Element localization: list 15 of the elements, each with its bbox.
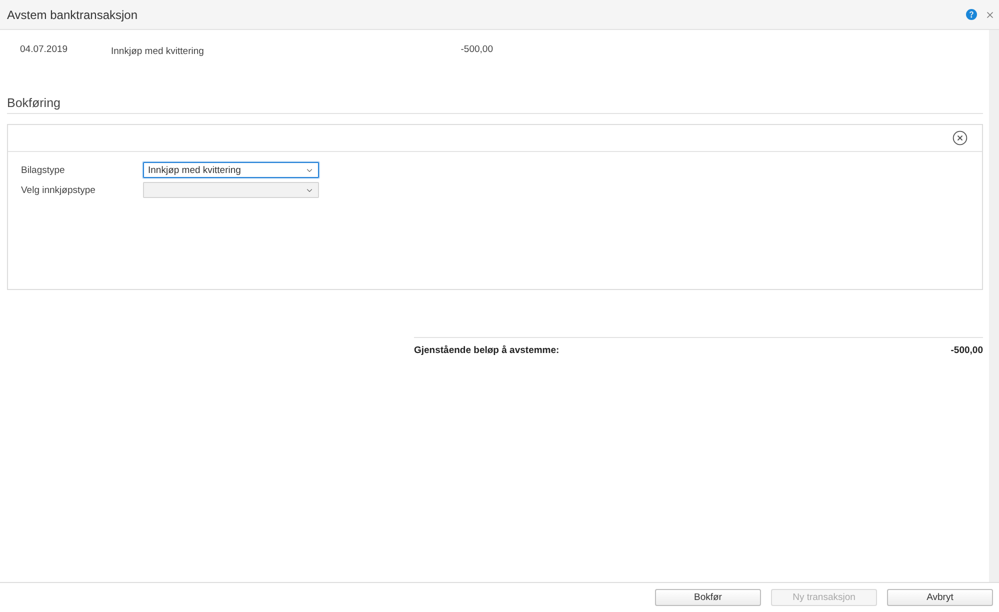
summary-label: Gjenstående beløp å avstemme: <box>414 344 560 356</box>
remove-icon[interactable] <box>952 130 968 146</box>
field-label: Velg innkjøpstype <box>21 184 96 196</box>
transaction-description: Innkjøp med kvittering <box>111 46 205 57</box>
transaction-date: 04.07.2019 <box>20 44 69 55</box>
section-title: Bokføring <box>7 96 983 114</box>
field-label: Bilagstype <box>21 164 66 176</box>
close-icon[interactable] <box>985 10 995 20</box>
window-title: Avstem banktransaksjon <box>7 8 139 22</box>
help-icon[interactable] <box>966 9 977 20</box>
footer-button[interactable]: Bokfør <box>655 589 761 606</box>
footer-button[interactable]: Avbryt <box>887 589 993 606</box>
summary-amount: -500,00 <box>950 344 983 356</box>
dropdown[interactable]: Innkjøp med kvittering <box>143 162 319 178</box>
transaction-amount: -500,00 <box>460 44 493 55</box>
